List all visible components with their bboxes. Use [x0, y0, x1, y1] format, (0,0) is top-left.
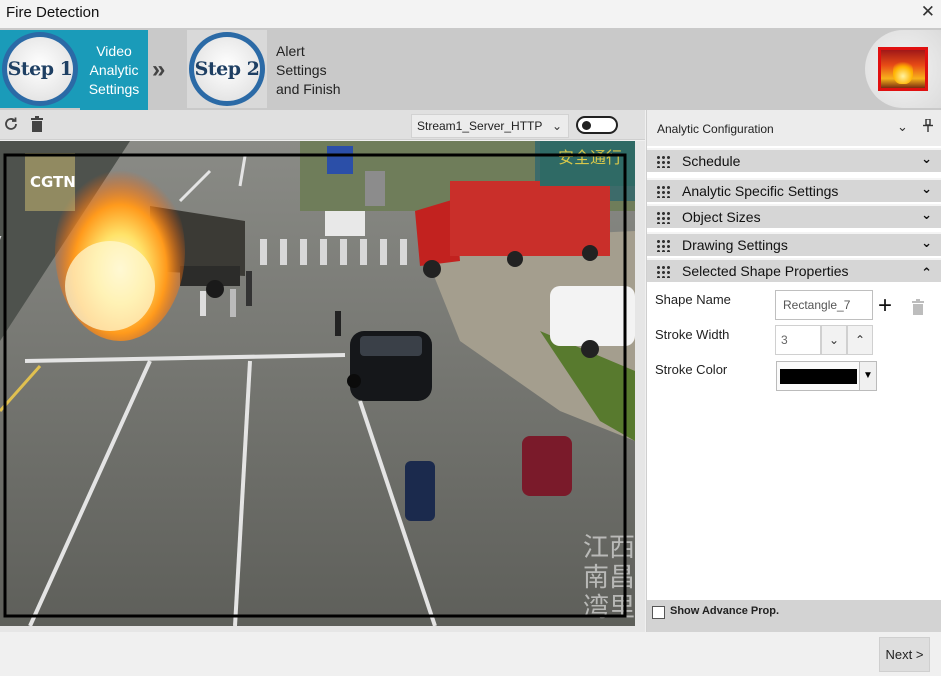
step-2-badge[interactable]: Step 2: [187, 30, 267, 108]
step-2-label[interactable]: Alert Settings and Finish: [276, 42, 356, 99]
grip-icon: [656, 185, 670, 198]
stroke-color-picker[interactable]: ▼: [776, 361, 877, 391]
title-bar: Fire Detection ✕: [0, 0, 941, 28]
video-frame: 安全通行 CGTN 江 南 湾 西 昌 里: [0, 141, 635, 626]
wizard-footer: Next >: [0, 632, 941, 676]
cgtn-watermark: CGTN: [30, 173, 76, 191]
show-advance-label: Show Advance Prop.: [670, 605, 780, 617]
grip-icon: [656, 239, 670, 252]
section-object-sizes-label: Object Sizes: [682, 209, 761, 225]
grip-icon: [656, 155, 670, 168]
chevron-down-icon: ⌄: [921, 235, 932, 250]
section-analytic-specific-label: Analytic Specific Settings: [682, 183, 839, 199]
refresh-icon[interactable]: [2, 116, 20, 134]
chevron-down-icon: ⌄: [551, 119, 562, 133]
section-selected-shape-label: Selected Shape Properties: [682, 263, 849, 279]
window-title: Fire Detection: [6, 4, 100, 21]
section-schedule[interactable]: Schedule ⌄: [647, 148, 941, 172]
section-analytic-specific-settings[interactable]: Analytic Specific Settings ⌄: [647, 178, 941, 202]
location-watermark-1: 江: [583, 533, 609, 563]
show-advance-checkbox[interactable]: [652, 606, 665, 619]
analytic-configuration-panel: Analytic Configuration ⌄ Schedule ⌄ Anal…: [646, 110, 941, 632]
stroke-color-swatch: [780, 369, 857, 384]
fire-detection-logo: [865, 30, 941, 108]
section-object-sizes[interactable]: Object Sizes ⌄: [647, 204, 941, 228]
location-watermark-3: 湾: [583, 593, 609, 623]
location-watermark-5: 昌: [609, 563, 635, 593]
stroke-color-label: Stroke Color: [655, 362, 728, 377]
next-button[interactable]: Next >: [879, 637, 930, 672]
chevron-down-icon: ⌄: [921, 207, 932, 222]
step-2-badge-text: Step 2: [194, 58, 260, 80]
dropdown-arrow-icon: ▼: [859, 362, 876, 390]
video-toolbar: Stream1_Server_HTTP ⌄: [0, 110, 645, 140]
chevron-down-icon: ⌄: [921, 151, 932, 166]
double-chevron-right-icon: »: [152, 56, 166, 83]
toggle-knob: [582, 121, 591, 130]
step-1-badge[interactable]: Step 1: [0, 30, 80, 108]
panel-footer: Show Advance Prop.: [647, 600, 941, 632]
banner-sign-text: 安全通行: [558, 148, 622, 167]
panel-title: Analytic Configuration: [657, 122, 774, 136]
video-scrollbar[interactable]: [635, 141, 645, 626]
stroke-width-increase-button[interactable]: ⌃: [847, 325, 873, 355]
location-watermark-4: 西: [609, 533, 635, 563]
grip-icon: [656, 211, 670, 224]
overlay-toggle[interactable]: [576, 116, 618, 134]
shape-name-label: Shape Name: [655, 292, 731, 307]
stream-select-value: Stream1_Server_HTTP: [417, 119, 543, 133]
delete-shape-icon[interactable]: [911, 299, 925, 315]
chevron-down-icon: ⌄: [921, 181, 932, 196]
wizard-steps-bar: Step 1 Video Analytic Settings » Step 2 …: [0, 28, 941, 110]
step-1-badge-text: Step 1: [7, 58, 73, 80]
pin-icon[interactable]: [923, 118, 933, 135]
stroke-width-decrease-button[interactable]: ⌄: [821, 325, 847, 355]
panel-header: Analytic Configuration ⌄: [647, 110, 941, 146]
video-preview[interactable]: 安全通行 CGTN 江 南 湾 西 昌 里: [0, 141, 635, 626]
fire-icon: [878, 47, 928, 91]
grip-icon: [656, 265, 670, 278]
trash-icon[interactable]: [28, 116, 46, 134]
stroke-width-label: Stroke Width: [655, 327, 730, 342]
chevron-down-icon[interactable]: ⌄: [897, 119, 908, 135]
stream-select[interactable]: Stream1_Server_HTTP ⌄: [411, 114, 569, 138]
shape-name-field[interactable]: Rectangle_7: [775, 290, 873, 320]
step-2-ring-icon: Step 2: [189, 32, 265, 106]
section-selected-shape-properties[interactable]: Selected Shape Properties ⌃: [647, 258, 941, 282]
close-icon[interactable]: ✕: [921, 2, 935, 22]
chevron-up-icon: ⌃: [921, 265, 932, 280]
location-watermark-2: 南: [583, 563, 609, 593]
step-1-ring-icon: Step 1: [2, 32, 78, 106]
section-drawing-settings[interactable]: Drawing Settings ⌄: [647, 232, 941, 256]
section-schedule-label: Schedule: [682, 153, 741, 169]
step-1-label[interactable]: Video Analytic Settings: [80, 30, 148, 110]
stroke-width-field[interactable]: 3: [775, 325, 821, 355]
location-watermark-6: 里: [609, 593, 635, 623]
section-drawing-settings-label: Drawing Settings: [682, 237, 788, 253]
add-shape-icon[interactable]: +: [878, 294, 892, 318]
